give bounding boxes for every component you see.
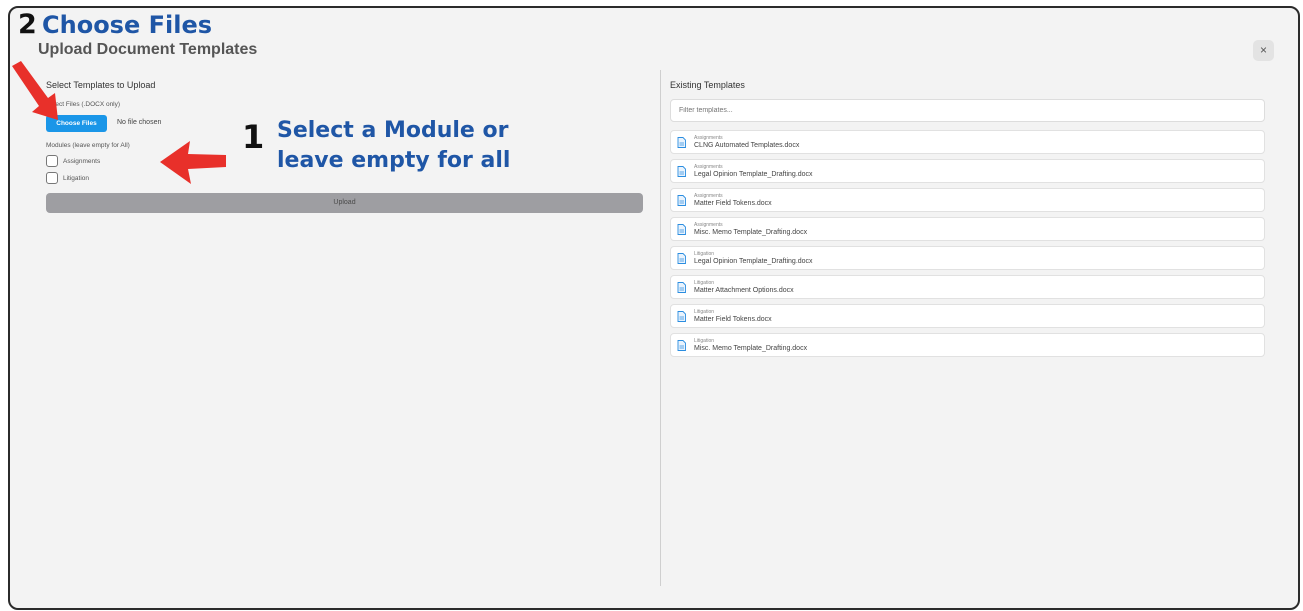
annotation-step-number-2: 2 <box>18 9 37 40</box>
module-option-litigation[interactable]: Litigation <box>46 172 89 184</box>
template-item[interactable]: Litigation Matter Field Tokens.docx <box>670 304 1265 328</box>
panel-divider <box>660 70 661 586</box>
template-text: Assignments Legal Opinion Template_Drafti… <box>694 164 813 179</box>
template-text: Assignments Matter Field Tokens.docx <box>694 193 772 208</box>
arrow-to-choose-files <box>12 61 58 120</box>
annotation-step-number-1: 1 <box>242 118 265 156</box>
checkbox-litigation[interactable] <box>46 172 58 184</box>
no-file-chosen-text: No file chosen <box>117 119 162 126</box>
document-icon <box>677 165 686 177</box>
template-list: Assignments CLNG Automated Templates.docx… <box>670 130 1265 362</box>
template-file-name: Matter Attachment Options.docx <box>694 286 794 294</box>
template-file-name: CLNG Automated Templates.docx <box>694 141 800 149</box>
template-file-name: Legal Opinion Template_Drafting.docx <box>694 170 813 178</box>
document-icon <box>677 310 686 322</box>
template-file-name: Misc. Memo Template_Drafting.docx <box>694 228 808 236</box>
module-option-assignments[interactable]: Assignments <box>46 155 100 167</box>
template-item[interactable]: Assignments Legal Opinion Template_Drafti… <box>670 159 1265 183</box>
template-file-name: Misc. Memo Template_Drafting.docx <box>694 344 808 352</box>
annotation-line-1: Select a Module or <box>277 118 509 143</box>
document-icon <box>677 281 686 293</box>
document-icon <box>677 339 686 351</box>
template-item[interactable]: Assignments CLNG Automated Templates.docx <box>670 130 1265 154</box>
template-file-name: Legal Opinion Template_Drafting.docx <box>694 257 813 265</box>
template-file-name: Matter Field Tokens.docx <box>694 199 772 207</box>
close-button[interactable]: × <box>1253 40 1274 61</box>
annotation-line-2: leave empty for all <box>277 148 511 173</box>
document-icon <box>677 223 686 235</box>
dialog-title: Upload Document Templates <box>38 41 258 58</box>
document-icon <box>677 136 686 148</box>
template-text: Assignments CLNG Automated Templates.docx <box>694 135 799 150</box>
template-text: Litigation Legal Opinion Template_Draftin… <box>694 251 813 266</box>
template-item[interactable]: Litigation Matter Attachment Options.docx <box>670 275 1265 299</box>
close-icon: × <box>1259 43 1267 57</box>
template-item[interactable]: Litigation Misc. Memo Template_Drafting.d… <box>670 333 1265 357</box>
template-file-name: Matter Field Tokens.docx <box>694 315 772 323</box>
annotation-choose-files: Choose Files <box>42 11 213 39</box>
template-text: Litigation Matter Field Tokens.docx <box>694 309 772 324</box>
arrow-to-modules <box>160 141 226 184</box>
filter-templates-input[interactable] <box>670 99 1265 122</box>
template-text: Assignments Misc. Memo Template_Drafting.… <box>694 222 807 237</box>
existing-section-title: Existing Templates <box>670 80 745 90</box>
template-item[interactable]: Litigation Legal Opinion Template_Draftin… <box>670 246 1265 270</box>
upload-button[interactable]: Upload <box>46 193 643 213</box>
modules-label: Modules (leave empty for All) <box>46 142 130 149</box>
annotation-select-module: Select a Module or leave empty for all <box>277 116 577 176</box>
document-icon <box>677 194 686 206</box>
template-text: Litigation Misc. Memo Template_Drafting.d… <box>694 338 807 353</box>
template-item[interactable]: Assignments Misc. Memo Template_Drafting.… <box>670 217 1265 241</box>
template-item[interactable]: Assignments Matter Field Tokens.docx <box>670 188 1265 212</box>
checkbox-label: Assignments <box>63 157 101 165</box>
checkbox-label: Litigation <box>63 174 90 182</box>
document-icon <box>677 252 686 264</box>
checkbox-assignments[interactable] <box>46 155 58 167</box>
template-text: Litigation Matter Attachment Options.docx <box>694 280 794 295</box>
